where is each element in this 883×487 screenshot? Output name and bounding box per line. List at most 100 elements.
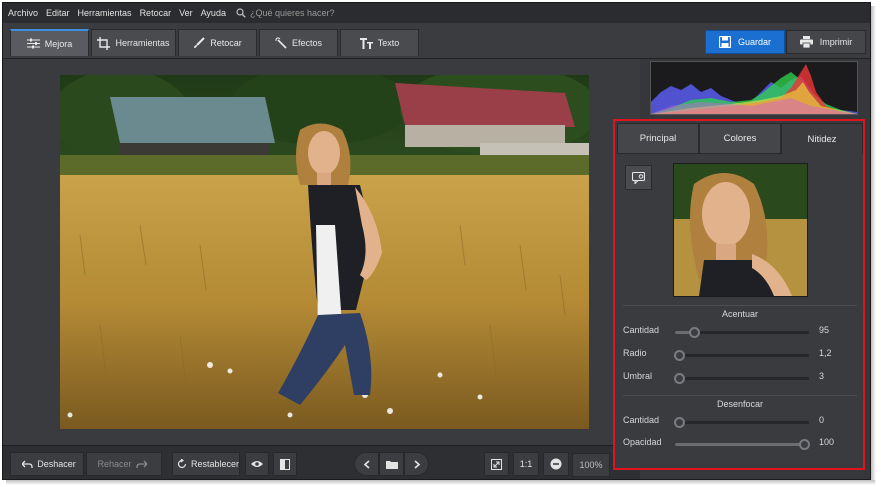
save-button-label: Guardar [737, 37, 772, 47]
tab-herramientas-label: Herramientas [115, 38, 170, 48]
search-icon [236, 8, 246, 18]
blur-opacity-value: 100 [819, 437, 835, 447]
tab-mejora[interactable]: Mejora [10, 29, 89, 56]
sliders-icon [26, 38, 40, 49]
zoom-level-value: 100% [579, 460, 603, 470]
tab-retocar-label: Retocar [210, 38, 242, 48]
print-button[interactable]: Imprimir [786, 30, 866, 54]
chevron-left-icon [363, 459, 370, 469]
blur-opacity-label: Opacidad [623, 437, 662, 447]
zoom-out-icon [550, 458, 562, 470]
sharpen-radius-handle[interactable] [674, 350, 686, 361]
blur-opacity-slider[interactable] [675, 439, 810, 450]
menu-bar: Archivo Editar Herramientas Retocar Ver … [3, 3, 870, 23]
bottom-toolbar: Deshacer Rehacer Restablecer 1:1 [3, 445, 640, 479]
tab-retocar[interactable]: Retocar [178, 29, 257, 56]
menu-archivo[interactable]: Archivo [8, 8, 38, 18]
prev-image-button[interactable] [354, 452, 379, 476]
open-folder-button[interactable] [379, 452, 404, 476]
menu-editar[interactable]: Editar [46, 8, 70, 18]
tab-herramientas[interactable]: Herramientas [91, 29, 176, 56]
tab-colores-label: Colores [723, 133, 757, 144]
window-shadow-right [871, 6, 876, 484]
blur-section-title: Desenfocar [623, 395, 857, 409]
actual-size-button[interactable]: 1:1 [513, 452, 539, 476]
tab-principal-label: Principal [639, 133, 677, 144]
speech-bubble-icon [632, 171, 645, 184]
blur-amount-slider[interactable] [674, 417, 809, 428]
adjustment-panel: Principal Colores Nitidez Acentuar Canti… [613, 119, 865, 470]
reset-icon [177, 459, 187, 469]
actual-size-label: 1:1 [519, 459, 533, 469]
menu-search[interactable]: ¿Qué quieres hacer? [236, 8, 335, 18]
brush-icon [194, 37, 205, 48]
blur-opacity-fill [675, 443, 809, 446]
sharpen-threshold-slider[interactable] [674, 373, 809, 384]
tab-principal[interactable]: Principal [617, 123, 699, 154]
blur-amount-handle[interactable] [674, 417, 686, 428]
sharpen-amount-value: 95 [819, 325, 830, 335]
blur-amount-label: Cantidad [623, 415, 660, 425]
blur-amount-value: 0 [819, 415, 825, 425]
photo-image[interactable] [60, 75, 589, 429]
redo-button[interactable]: Rehacer [86, 452, 162, 476]
chevron-right-icon [413, 459, 420, 469]
floppy-disk-icon [718, 36, 731, 48]
sharpen-radius-value: 1,2 [819, 348, 832, 358]
eye-icon [251, 461, 263, 467]
sharpen-amount-handle[interactable] [688, 327, 700, 338]
compare-icon [280, 458, 290, 470]
sharpen-radius-slider[interactable] [674, 350, 809, 361]
sharpen-amount-slider[interactable] [675, 327, 809, 338]
redo-icon [135, 460, 147, 468]
search-placeholder: ¿Qué quieres hacer? [249, 8, 335, 18]
reset-label: Restablecer [190, 459, 239, 469]
tab-colores[interactable]: Colores [699, 123, 781, 154]
sharpen-threshold-value: 3 [819, 371, 825, 381]
redo-label: Rehacer [97, 459, 132, 469]
panel-tabs: Principal Colores Nitidez [617, 123, 863, 154]
next-image-button[interactable] [404, 452, 429, 476]
zoom-level-field[interactable]: 100% [572, 453, 610, 477]
histogram [650, 61, 858, 115]
menu-retocar[interactable]: Retocar [140, 8, 172, 18]
tab-nitidez[interactable]: Nitidez [781, 123, 863, 154]
sharpen-radius-row: Radio 1,2 [623, 348, 857, 362]
text-icon [359, 37, 373, 49]
magic-wand-icon [274, 37, 287, 49]
undo-button[interactable]: Deshacer [10, 452, 84, 476]
tab-nitidez-label: Nitidez [807, 133, 837, 145]
print-button-label: Imprimir [819, 37, 853, 47]
printer-icon [799, 36, 813, 48]
save-button[interactable]: Guardar [705, 30, 785, 54]
reset-button[interactable]: Restablecer [172, 452, 240, 476]
menu-ayuda[interactable]: Ayuda [201, 8, 226, 18]
sharpen-section-title: Acentuar [623, 305, 857, 319]
tab-mejora-label: Mejora [44, 38, 73, 49]
window-shadow-bottom [6, 480, 875, 485]
fit-to-screen-button[interactable] [484, 452, 509, 476]
photo-drawing [60, 75, 589, 429]
menu-ver[interactable]: Ver [179, 8, 193, 18]
preview-toggle-button[interactable] [245, 452, 269, 476]
preview-drawing [674, 164, 807, 296]
blur-opacity-handle[interactable] [798, 439, 810, 450]
canvas-area[interactable] [3, 59, 640, 445]
blur-opacity-row: Opacidad 100 [623, 437, 857, 451]
zoom-out-button[interactable] [543, 452, 569, 476]
undo-label: Deshacer [37, 459, 76, 469]
undo-icon [22, 460, 33, 468]
sharpen-threshold-handle[interactable] [674, 373, 686, 384]
tab-texto[interactable]: Texto [340, 29, 419, 56]
sharpen-radius-label: Radio [623, 348, 647, 358]
crop-icon [97, 36, 111, 50]
histogram-graph [651, 64, 857, 114]
tab-efectos-label: Efectos [291, 38, 322, 48]
tab-efectos[interactable]: Efectos [259, 29, 338, 56]
sharpen-threshold-label: Umbral [623, 371, 653, 381]
compare-preview-button[interactable] [625, 165, 652, 190]
menu-herramientas[interactable]: Herramientas [78, 8, 132, 18]
sharpen-threshold-row: Umbral 3 [623, 371, 857, 385]
before-after-button[interactable] [273, 452, 297, 476]
sharpen-amount-label: Cantidad [623, 325, 660, 335]
